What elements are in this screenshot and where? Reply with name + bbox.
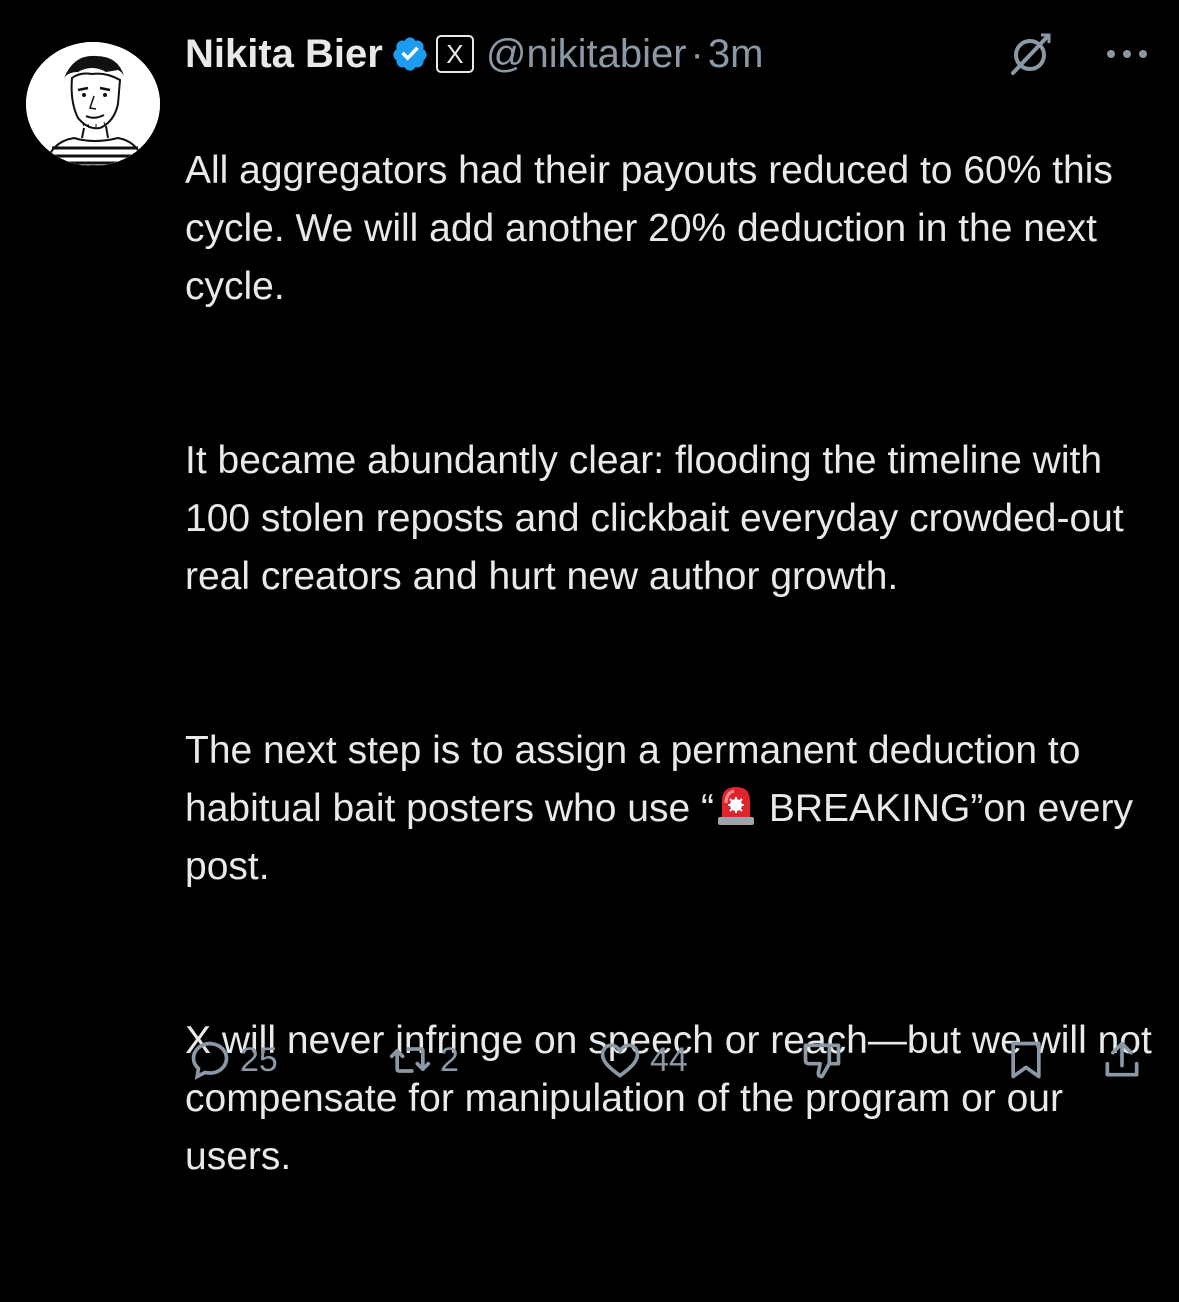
bookmark-button[interactable] (1004, 1030, 1048, 1090)
post-paragraph-3: The next step is to assign a permanent d… (185, 722, 1160, 896)
separator: · (690, 31, 704, 76)
post-body: All aggregators had their payouts reduce… (185, 84, 1160, 1302)
post-paragraph-2: It became abundantly clear: flooding the… (185, 439, 1124, 598)
police-light-emoji (717, 787, 754, 825)
bookmark-icon (1011, 1041, 1041, 1079)
repost-icon (389, 1047, 431, 1073)
timestamp[interactable]: 3m (708, 32, 764, 77)
avatar[interactable] (26, 42, 160, 166)
author-name[interactable]: Nikita Bier (185, 32, 383, 77)
action-bar: 25 2 44 (0, 1030, 1179, 1090)
reply-count: 25 (240, 1040, 278, 1079)
reply-icon (191, 1041, 229, 1080)
grok-icon[interactable] (1007, 31, 1053, 77)
verified-badge-icon[interactable] (391, 35, 429, 73)
reply-button[interactable]: 25 (188, 1030, 278, 1090)
repost-count: 2 (440, 1040, 459, 1079)
dislike-icon (803, 1043, 841, 1079)
share-icon (1105, 1041, 1139, 1077)
share-button[interactable] (1100, 1030, 1144, 1090)
like-icon (600, 1043, 640, 1078)
like-count: 44 (650, 1040, 688, 1079)
like-button[interactable]: 44 (598, 1030, 688, 1090)
more-icon[interactable] (1105, 44, 1149, 64)
dislike-button[interactable] (800, 1030, 844, 1090)
author-handle[interactable]: @nikitabier (486, 32, 687, 77)
repost-button[interactable]: 2 (388, 1030, 459, 1090)
affiliate-badge[interactable]: X (435, 35, 474, 73)
post-paragraph-1: All aggregators had their payouts reduce… (185, 149, 1113, 308)
post-header: Nikita Bier X @nikitabier · 3m (185, 26, 1149, 82)
